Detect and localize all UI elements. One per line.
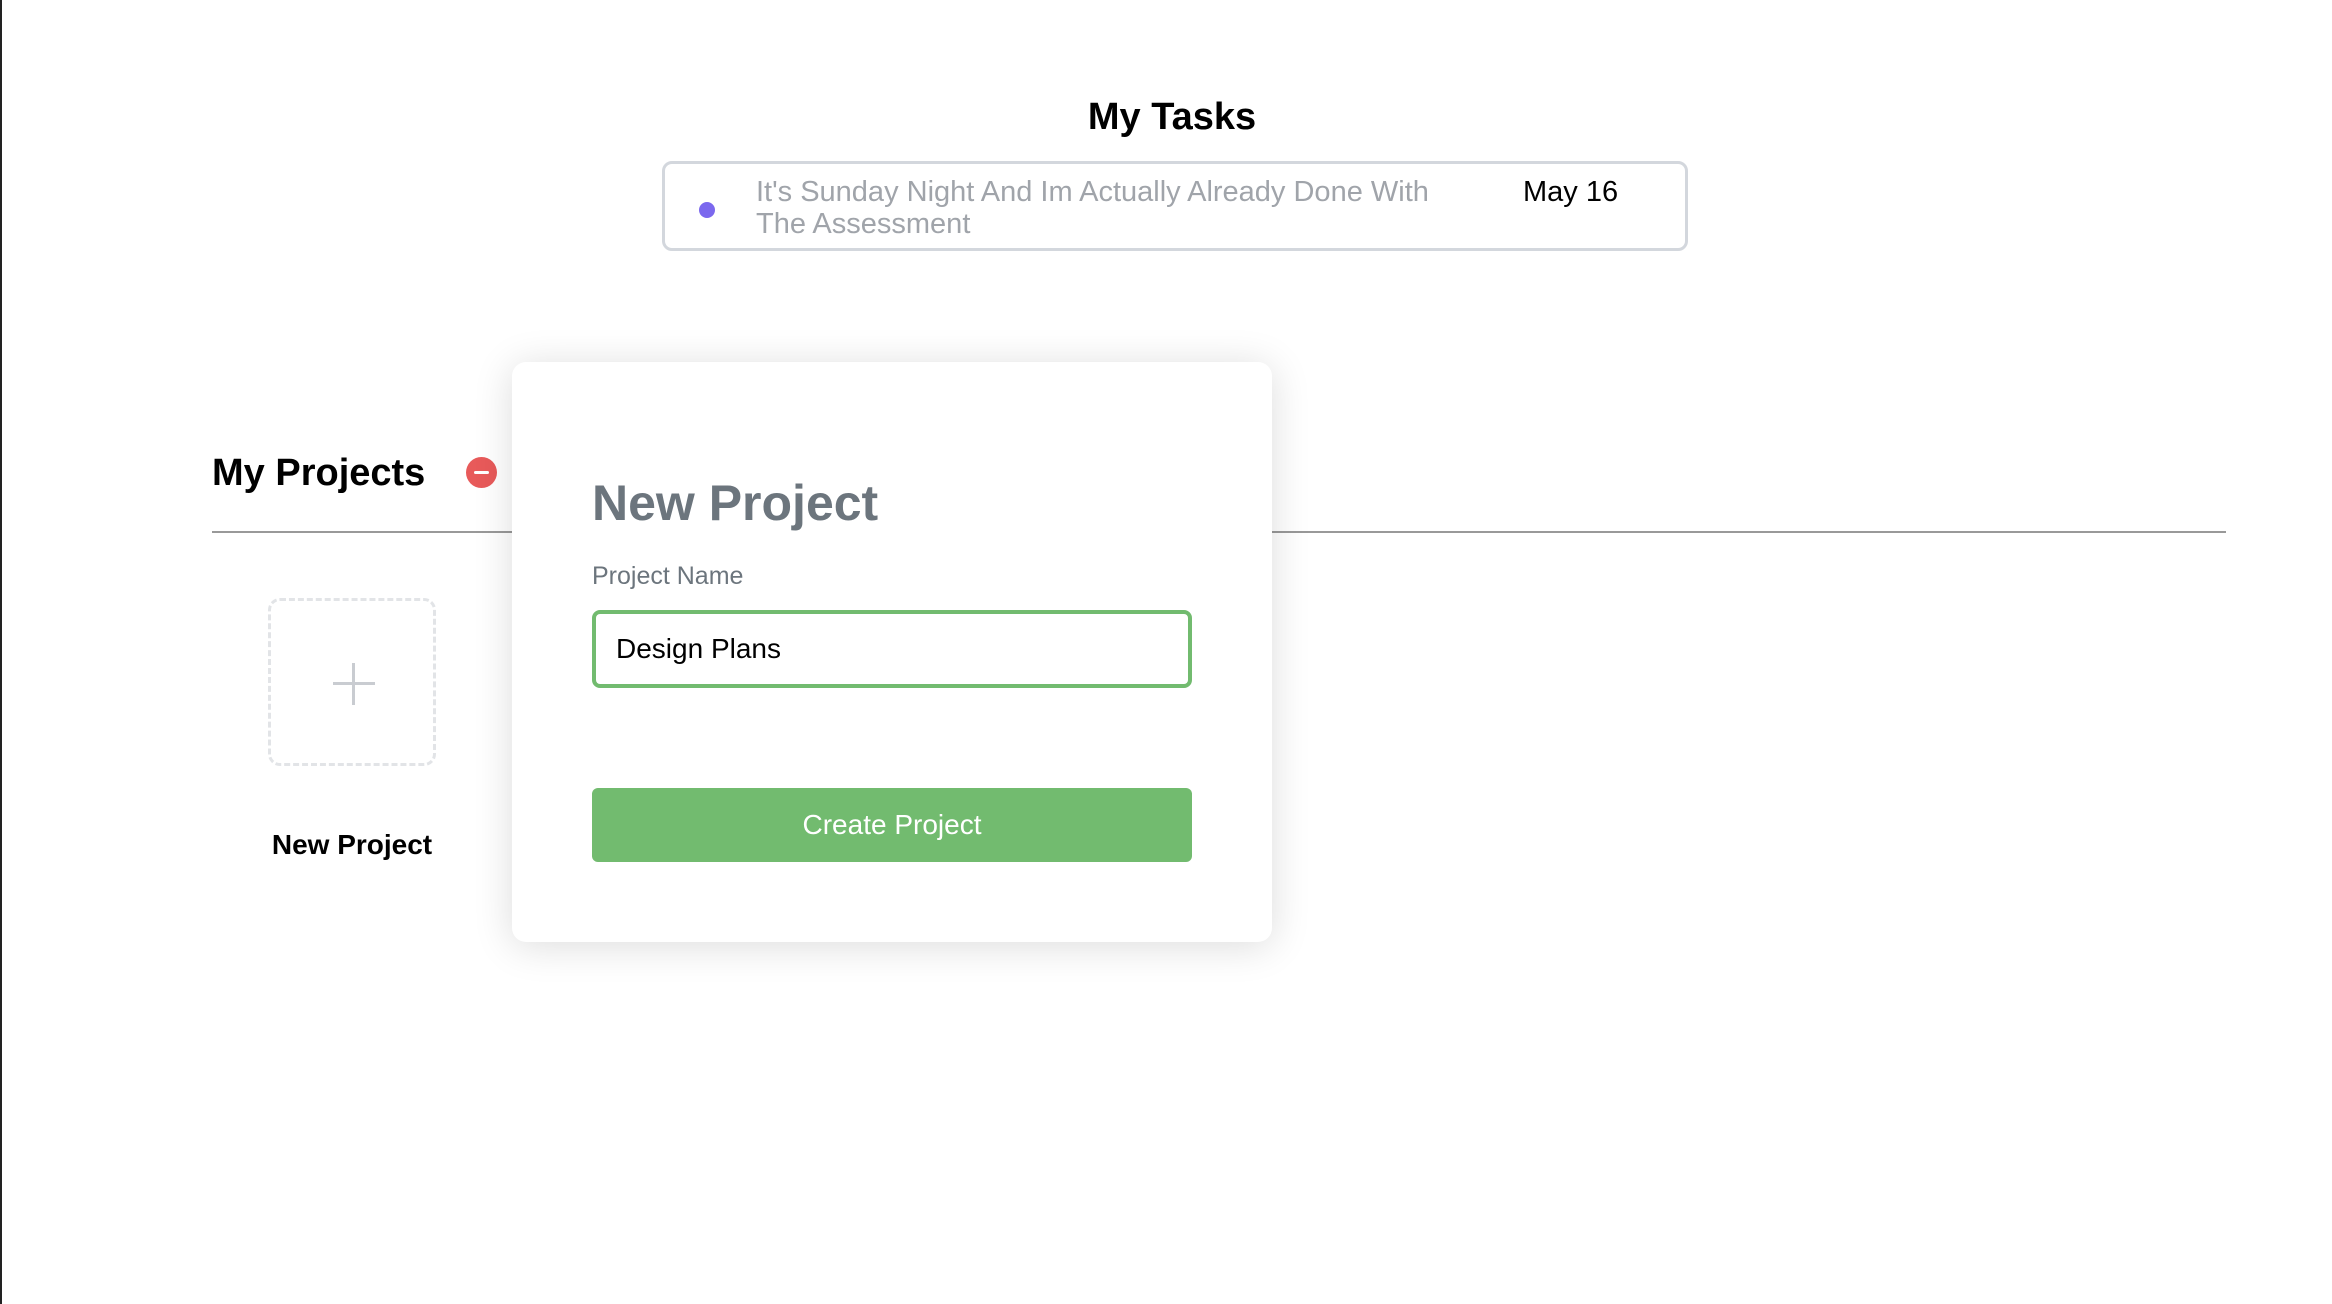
new-project-tile[interactable] [268, 598, 436, 766]
create-project-button[interactable]: Create Project [592, 788, 1192, 862]
project-name-input[interactable] [592, 610, 1192, 688]
new-project-tile-label: New Project [271, 829, 433, 860]
remove-project-icon[interactable] [466, 457, 497, 488]
window-edge [0, 0, 2, 1304]
new-project-modal: New Project Project Name Create Project [512, 362, 1272, 942]
page: My Tasks It's Sunday Night And Im Actual… [0, 0, 2332, 1304]
modal-title: New Project [592, 475, 879, 531]
task-date: May 16 [1523, 176, 1619, 208]
project-name-label: Project Name [592, 562, 744, 590]
plus-icon [333, 663, 375, 705]
task-text: It's Sunday Night And Im Actually Alread… [756, 176, 1429, 240]
tasks-title: My Tasks [1087, 96, 1257, 138]
task-status-dot-icon [699, 202, 715, 218]
projects-title: My Projects [212, 452, 426, 494]
task-card[interactable]: It's Sunday Night And Im Actually Alread… [662, 161, 1688, 251]
